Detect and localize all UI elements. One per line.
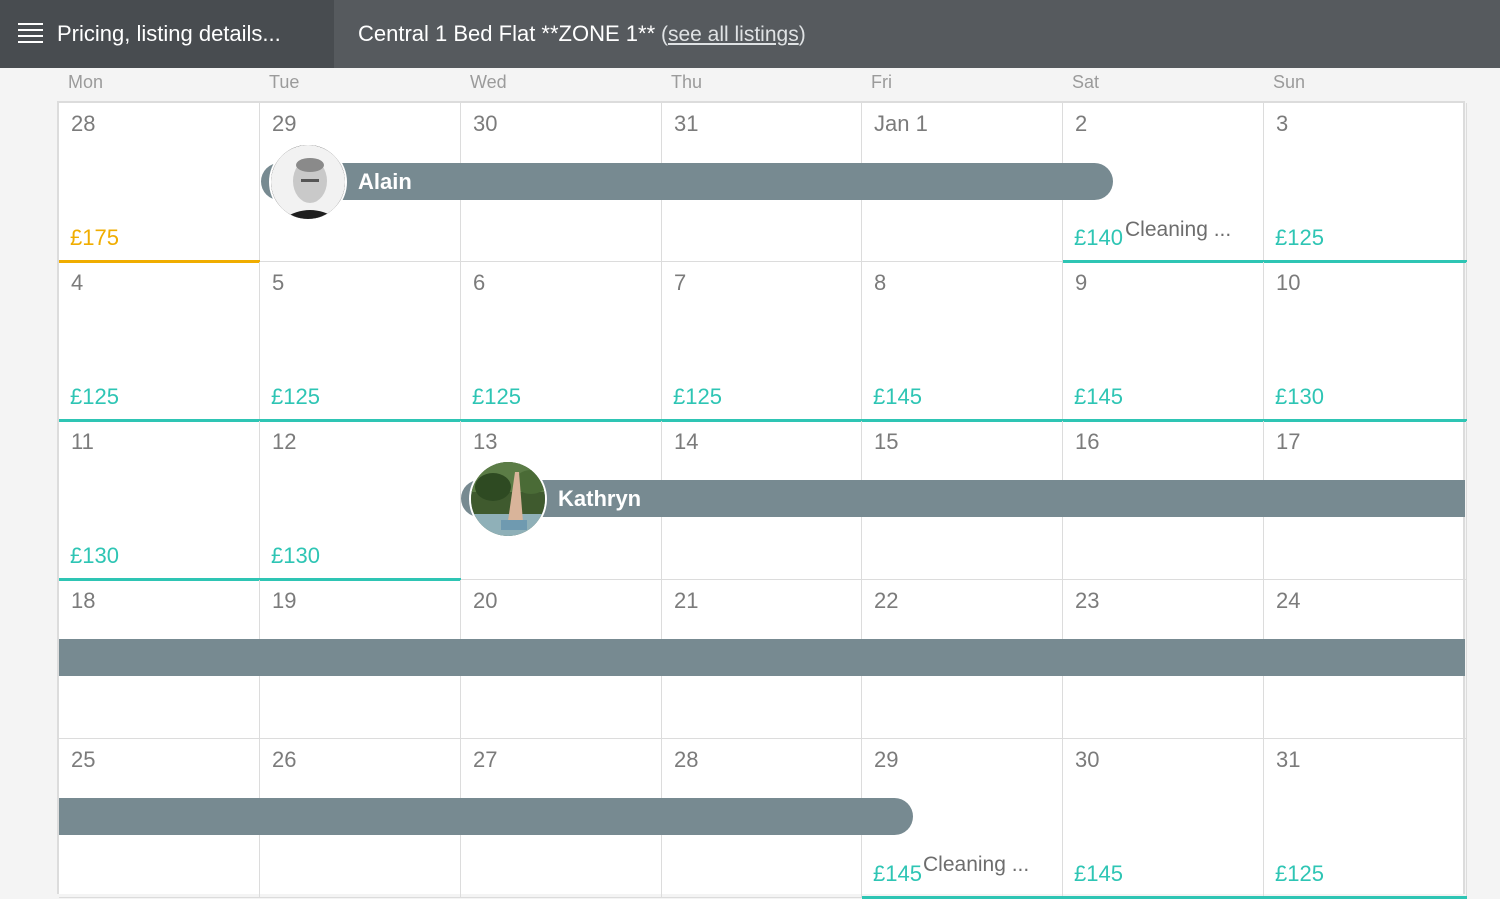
cleaning-label[interactable]: Cleaning ... (923, 853, 1029, 877)
day-number: 22 (874, 588, 899, 613)
nightly-price: £125 (1275, 225, 1324, 250)
day-number: 9 (1075, 270, 1088, 295)
day-number: 30 (1075, 747, 1100, 772)
day-number: 21 (674, 588, 699, 613)
day-number: 18 (71, 588, 96, 613)
day-number: 17 (1276, 429, 1301, 454)
reservation-bar[interactable] (59, 798, 913, 835)
day-number: 14 (674, 429, 699, 454)
nightly-price: £145 (1074, 861, 1123, 886)
guest-name: Kathryn (558, 486, 642, 511)
day-number: 30 (473, 111, 498, 136)
calendar-day-cell[interactable]: 4 £125 (59, 262, 260, 422)
nightly-price: £145 (873, 384, 922, 409)
pricing-details-menu-button[interactable]: Pricing, listing details... (0, 0, 334, 68)
day-number: 12 (272, 429, 297, 454)
nightly-price: £145 (873, 861, 922, 886)
listing-header: Central 1 Bed Flat **ZONE 1** (see all l… (358, 0, 806, 69)
nightly-price: £140 (1074, 225, 1123, 250)
calendar-day-cell[interactable]: 8 £145 (862, 262, 1063, 422)
day-number: 31 (674, 111, 699, 136)
day-number: 31 (1276, 747, 1301, 772)
day-number: 19 (272, 588, 297, 613)
nightly-price: £125 (271, 384, 320, 409)
calendar-day-cell[interactable]: 11 £130 (59, 421, 260, 581)
see-all-listings-link[interactable]: see all listings (668, 23, 799, 46)
nightly-price: £130 (70, 543, 119, 568)
weekday-label: Sun (1273, 72, 1306, 92)
day-number: 4 (71, 270, 84, 295)
calendar-day-cell[interactable]: 7 £125 (662, 262, 862, 422)
guest-avatar-kathryn[interactable] (469, 460, 547, 538)
listing-title: Central 1 Bed Flat **ZONE 1** (358, 21, 656, 46)
calendar-day-cell[interactable]: 10 £130 (1264, 262, 1467, 422)
nightly-price: £125 (472, 384, 521, 409)
day-number: 27 (473, 747, 498, 772)
nightly-price: £175 (70, 225, 119, 250)
calendar-day-cell[interactable]: 30 £145 (1063, 739, 1264, 899)
calendar-day-cell[interactable]: 28 £175 (59, 103, 260, 263)
day-number: 3 (1276, 111, 1289, 136)
weekday-label: Tue (269, 72, 300, 92)
calendar: Mon Tue Wed Thu Fri Sat Sun 28 £175 29 30 31 Jan 12… (57, 68, 1467, 899)
day-number: 5 (272, 270, 285, 295)
day-number: 24 (1276, 588, 1301, 613)
day-number: Jan 1 (874, 111, 928, 136)
weekday-label: Sat (1072, 72, 1100, 92)
reservation-bar[interactable] (59, 639, 1465, 676)
day-number: 29 (874, 747, 899, 772)
cleaning-label[interactable]: Cleaning ... (1125, 218, 1231, 242)
day-number: 28 (71, 111, 96, 136)
day-number: 26 (272, 747, 297, 772)
weekday-label: Thu (671, 72, 703, 92)
day-number: 15 (874, 429, 899, 454)
day-number: 23 (1075, 588, 1100, 613)
nightly-price: £130 (271, 543, 320, 568)
guest-name: Alain (358, 169, 412, 194)
calendar-day-cell[interactable]: 31 £125 (1264, 739, 1467, 899)
nightly-price: £125 (673, 384, 722, 409)
nightly-price: £130 (1275, 384, 1324, 409)
reservation-bar-kathryn[interactable]: Kathryn (461, 480, 1465, 517)
nightly-price: £145 (1074, 384, 1123, 409)
calendar-grid: 28 £175 29 30 31 Jan 1 2 £140 3 £125 4 £125 5 £125 6 £1… (57, 101, 1467, 899)
calendar-day-cell[interactable]: 3 £125 (1264, 103, 1467, 263)
day-number: 7 (674, 270, 687, 295)
day-number: 10 (1276, 270, 1301, 295)
guest-avatar-alain[interactable] (269, 143, 347, 221)
day-number: 25 (71, 747, 96, 772)
day-number: 11 (71, 429, 94, 454)
day-number: 29 (272, 111, 297, 136)
day-number: 6 (473, 270, 486, 295)
menu-label: Pricing, listing details... (57, 21, 281, 46)
weekday-label: Fri (871, 72, 892, 92)
calendar-day-cell[interactable]: 5 £125 (260, 262, 461, 422)
day-number: 8 (874, 270, 887, 295)
day-number: 20 (473, 588, 498, 613)
day-number: 28 (674, 747, 699, 772)
top-bar: Pricing, listing details... Central 1 Be… (0, 0, 1500, 68)
see-all-paren-close: ) (798, 23, 806, 46)
day-number: 16 (1075, 429, 1100, 454)
calendar-day-cell[interactable]: 6 £125 (461, 262, 662, 422)
hamburger-menu-icon[interactable] (18, 23, 43, 43)
weekday-label: Mon (68, 72, 104, 92)
see-all-paren-open: ( (655, 23, 668, 46)
weekday-label: Wed (470, 72, 507, 92)
nightly-price: £125 (70, 384, 119, 409)
reservation-bar-alain[interactable]: Alain (261, 163, 1113, 200)
day-number: 2 (1075, 111, 1088, 136)
nightly-price: £125 (1275, 861, 1324, 886)
day-number: 13 (473, 429, 498, 454)
calendar-day-cell[interactable]: 12 £130 (260, 421, 461, 581)
calendar-day-cell[interactable]: 9 £145 (1063, 262, 1264, 422)
